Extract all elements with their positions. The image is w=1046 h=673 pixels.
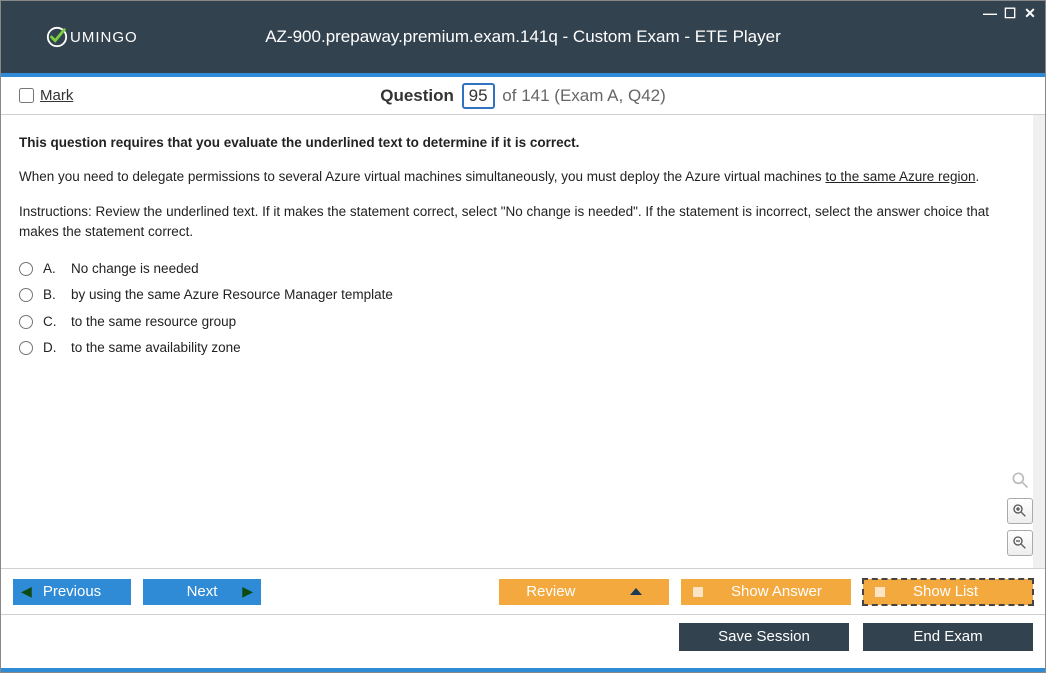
option-text: No change is needed	[71, 259, 199, 279]
mark-checkbox-wrap: Mark	[19, 87, 73, 104]
question-instructions: Instructions: Review the underlined text…	[19, 202, 1027, 243]
show-answer-label: Show Answer	[731, 583, 822, 600]
save-session-button[interactable]: Save Session	[679, 623, 849, 651]
titlebar: UMINGO AZ-900.prepaway.premium.exam.141q…	[1, 1, 1045, 73]
show-answer-button[interactable]: Show Answer	[681, 579, 851, 605]
content-area: This question requires that you evaluate…	[1, 115, 1045, 569]
maximize-icon[interactable]: ☐	[1003, 5, 1017, 22]
show-list-button[interactable]: Show List	[863, 579, 1033, 605]
option-row[interactable]: D. to the same availability zone	[19, 335, 1027, 361]
previous-label: Previous	[43, 583, 101, 600]
option-radio-b[interactable]	[19, 288, 33, 302]
window-title: AZ-900.prepaway.premium.exam.141q - Cust…	[1, 27, 1045, 47]
option-row[interactable]: A. No change is needed	[19, 256, 1027, 282]
logo-text: UMINGO	[70, 29, 138, 46]
zoom-out-icon[interactable]	[1007, 530, 1033, 556]
option-text: to the same availability zone	[71, 338, 241, 358]
minimize-icon[interactable]: —	[983, 5, 997, 22]
stem-underlined: to the same Azure region	[825, 169, 975, 184]
question-header: Mark Question 95 of 141 (Exam A, Q42)	[1, 77, 1045, 115]
question-number-box: 95	[462, 83, 495, 109]
side-tools	[1007, 468, 1033, 556]
end-exam-label: End Exam	[913, 628, 982, 645]
option-radio-d[interactable]	[19, 341, 33, 355]
review-label: Review	[526, 583, 575, 600]
stem-prefix: When you need to delegate permissions to…	[19, 169, 825, 184]
question-intro: This question requires that you evaluate…	[19, 133, 1027, 153]
option-radio-c[interactable]	[19, 315, 33, 329]
question-stem: When you need to delegate permissions to…	[19, 167, 1027, 187]
mark-checkbox[interactable]	[19, 88, 34, 103]
scrollbar[interactable]	[1033, 115, 1045, 568]
zoom-in-icon[interactable]	[1007, 498, 1033, 524]
previous-button[interactable]: ◀ Previous	[13, 579, 131, 605]
option-letter: B.	[43, 285, 61, 305]
chevron-right-icon: ▶	[242, 583, 253, 600]
next-button[interactable]: Next ▶	[143, 579, 261, 605]
footer-primary: ◀ Previous Next ▶ Review Show Answer Sho…	[1, 569, 1045, 614]
bottom-divider	[1, 668, 1045, 672]
option-letter: D.	[43, 338, 61, 358]
stem-suffix: .	[976, 169, 980, 184]
question-of-text: of 141 (Exam A, Q42)	[502, 86, 665, 105]
square-icon	[693, 587, 703, 597]
window-controls: — ☐ ✕	[983, 5, 1037, 22]
mark-label[interactable]: Mark	[40, 87, 73, 104]
search-icon[interactable]	[1008, 468, 1032, 492]
option-letter: C.	[43, 312, 61, 332]
question-word: Question	[380, 86, 454, 105]
option-text: by using the same Azure Resource Manager…	[71, 285, 393, 305]
next-label: Next	[187, 583, 218, 600]
show-list-label: Show List	[913, 583, 978, 600]
app-logo: UMINGO	[46, 26, 138, 48]
option-row[interactable]: C. to the same resource group	[19, 309, 1027, 335]
logo-check-icon	[46, 26, 68, 48]
question-counter: Question 95 of 141 (Exam A, Q42)	[1, 83, 1045, 109]
option-radio-a[interactable]	[19, 262, 33, 276]
option-letter: A.	[43, 259, 61, 279]
save-session-label: Save Session	[718, 628, 810, 645]
option-text: to the same resource group	[71, 312, 236, 332]
footer-secondary: Save Session End Exam	[1, 614, 1045, 658]
answer-options: A. No change is needed B. by using the s…	[19, 256, 1027, 361]
chevron-left-icon: ◀	[21, 583, 32, 600]
option-row[interactable]: B. by using the same Azure Resource Mana…	[19, 282, 1027, 308]
review-button[interactable]: Review	[499, 579, 669, 605]
square-icon	[875, 587, 885, 597]
triangle-up-icon	[630, 588, 642, 595]
question-content: This question requires that you evaluate…	[1, 115, 1045, 379]
end-exam-button[interactable]: End Exam	[863, 623, 1033, 651]
close-icon[interactable]: ✕	[1023, 5, 1037, 22]
